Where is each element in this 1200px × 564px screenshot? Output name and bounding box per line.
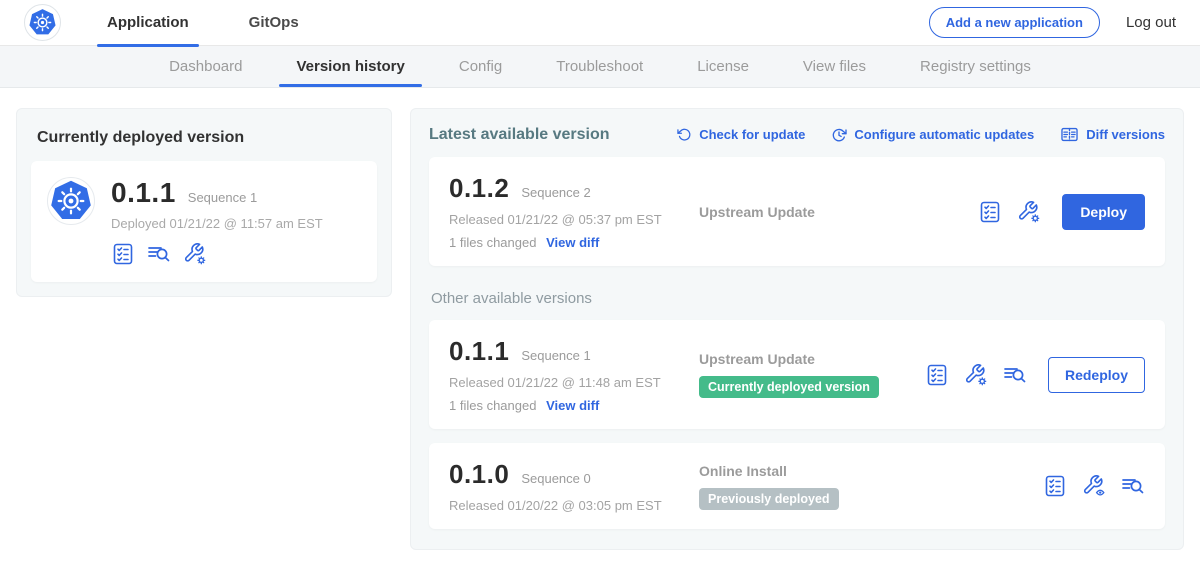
subtab-registry-settings[interactable]: Registry settings [893,46,1058,87]
tab-application-label: Application [107,14,189,31]
deploy-button[interactable]: Deploy [1062,194,1145,230]
diff-versions-label: Diff versions [1086,127,1165,142]
source-label: Upstream Update [699,351,925,367]
subtab-license-label: License [697,58,749,75]
version-row-0-1-0: 0.1.0 Sequence 0 Released 01/20/22 @ 03:… [429,443,1165,529]
version-info: 0.1.1 Sequence 1 Released 01/21/22 @ 11:… [449,336,699,413]
subtab-dashboard-label: Dashboard [169,58,242,75]
version-number: 0.1.0 [449,459,509,490]
subtab-config[interactable]: Config [432,46,529,87]
app-logo-avatar [24,4,61,41]
deployed-version-number: 0.1.1 [111,177,176,209]
files-changed-text: 1 files changed [449,398,536,413]
subtab-version-history-label: Version history [296,58,404,75]
subtab-license[interactable]: License [670,46,776,87]
files-changed-text: 1 files changed [449,235,536,250]
subtab-view-files[interactable]: View files [776,46,893,87]
check-for-update-label: Check for update [699,127,805,142]
files-changed-line: 1 files changed View diff [449,398,699,413]
subtab-troubleshoot-label: Troubleshoot [556,58,643,75]
version-row-0-1-2: 0.1.2 Sequence 2 Released 01/21/22 @ 05:… [429,157,1165,266]
configure-automatic-updates-label: Configure automatic updates [854,127,1034,142]
subtab-dashboard[interactable]: Dashboard [142,46,269,87]
deployed-card-body: 0.1.1 Sequence 1 Deployed 01/21/22 @ 11:… [111,177,323,266]
deployed-app-logo [47,177,95,225]
version-number: 0.1.2 [449,173,509,204]
deploy-logs-icon[interactable] [1003,363,1027,387]
logout-button[interactable]: Log out [1126,14,1176,31]
edit-config-icon[interactable] [1017,200,1041,224]
auto-update-icon [831,127,847,143]
currently-deployed-badge: Currently deployed version [699,376,879,398]
app-subnav: Dashboard Version history Config Trouble… [0,46,1200,88]
sequence-label: Sequence 0 [521,471,590,486]
view-diff-link[interactable]: View diff [546,398,599,413]
other-versions-title: Other available versions [431,290,1163,307]
currently-deployed-panel: Currently deployed version 0.1.1 Sequenc… [16,108,392,297]
preflight-checks-icon[interactable] [111,242,135,266]
deploy-logs-icon[interactable] [1121,474,1145,498]
refresh-icon [677,127,692,142]
released-timestamp: Released 01/21/22 @ 05:37 pm EST [449,212,699,227]
source-label: Upstream Update [699,204,978,220]
tab-application[interactable]: Application [97,0,199,46]
version-actions: Deploy [978,194,1145,230]
version-source: Upstream Update Currently deployed versi… [699,351,925,398]
sequence-label: Sequence 2 [521,185,590,200]
configure-automatic-updates-link[interactable]: Configure automatic updates [831,127,1034,143]
deployed-timestamp: Deployed 01/21/22 @ 11:57 am EST [111,216,323,231]
files-changed-line: 1 files changed View diff [449,235,699,250]
preflight-checks-icon[interactable] [1043,474,1067,498]
version-header-actions: Check for update Configure automatic upd… [677,125,1165,144]
top-navigation-bar: Application GitOps Add a new application… [0,0,1200,46]
version-actions: Redeploy [925,357,1145,393]
version-row-0-1-1: 0.1.1 Sequence 1 Released 01/21/22 @ 11:… [429,320,1165,429]
subtab-view-files-label: View files [803,58,866,75]
version-number: 0.1.1 [449,336,509,367]
latest-version-title: Latest available version [429,126,610,144]
subtab-version-history[interactable]: Version history [269,46,431,87]
check-for-update-link[interactable]: Check for update [677,127,805,142]
tab-gitops-label: GitOps [249,14,299,31]
sequence-label: Sequence 1 [521,348,590,363]
add-new-application-button[interactable]: Add a new application [929,7,1100,38]
top-tabs: Application GitOps [97,0,349,46]
edit-config-icon[interactable] [964,363,988,387]
subtab-config-label: Config [459,58,502,75]
diff-versions-link[interactable]: Diff versions [1060,125,1165,144]
kubernetes-logo-icon [49,179,93,223]
currently-deployed-title: Currently deployed version [37,129,371,147]
released-timestamp: Released 01/20/22 @ 03:05 pm EST [449,498,699,513]
subtab-troubleshoot[interactable]: Troubleshoot [529,46,670,87]
tab-gitops[interactable]: GitOps [239,0,309,46]
deployed-icon-row [111,242,323,266]
version-info: 0.1.2 Sequence 2 Released 01/21/22 @ 05:… [449,173,699,250]
version-source: Upstream Update [699,204,978,220]
preflight-checks-icon[interactable] [978,200,1002,224]
deployed-sequence-label: Sequence 1 [188,190,257,205]
edit-config-icon[interactable] [183,242,207,266]
view-config-icon[interactable] [1082,474,1106,498]
available-versions-panel: Latest available version Check for updat… [410,108,1184,550]
redeploy-button[interactable]: Redeploy [1048,357,1145,393]
version-history-page: Currently deployed version 0.1.1 Sequenc… [0,88,1200,564]
view-diff-link[interactable]: View diff [546,235,599,250]
source-label: Online Install [699,463,1043,479]
subtab-registry-settings-label: Registry settings [920,58,1031,75]
latest-version-header: Latest available version Check for updat… [429,125,1165,144]
released-timestamp: Released 01/21/22 @ 11:48 am EST [449,375,699,390]
currently-deployed-card: 0.1.1 Sequence 1 Deployed 01/21/22 @ 11:… [31,161,377,282]
diff-versions-icon [1060,125,1079,144]
previously-deployed-badge: Previously deployed [699,488,839,510]
kubernetes-logo-icon [28,8,57,37]
version-source: Online Install Previously deployed [699,463,1043,510]
version-actions [1043,474,1145,498]
deploy-logs-icon[interactable] [147,242,171,266]
preflight-checks-icon[interactable] [925,363,949,387]
version-info: 0.1.0 Sequence 0 Released 01/20/22 @ 03:… [449,459,699,513]
